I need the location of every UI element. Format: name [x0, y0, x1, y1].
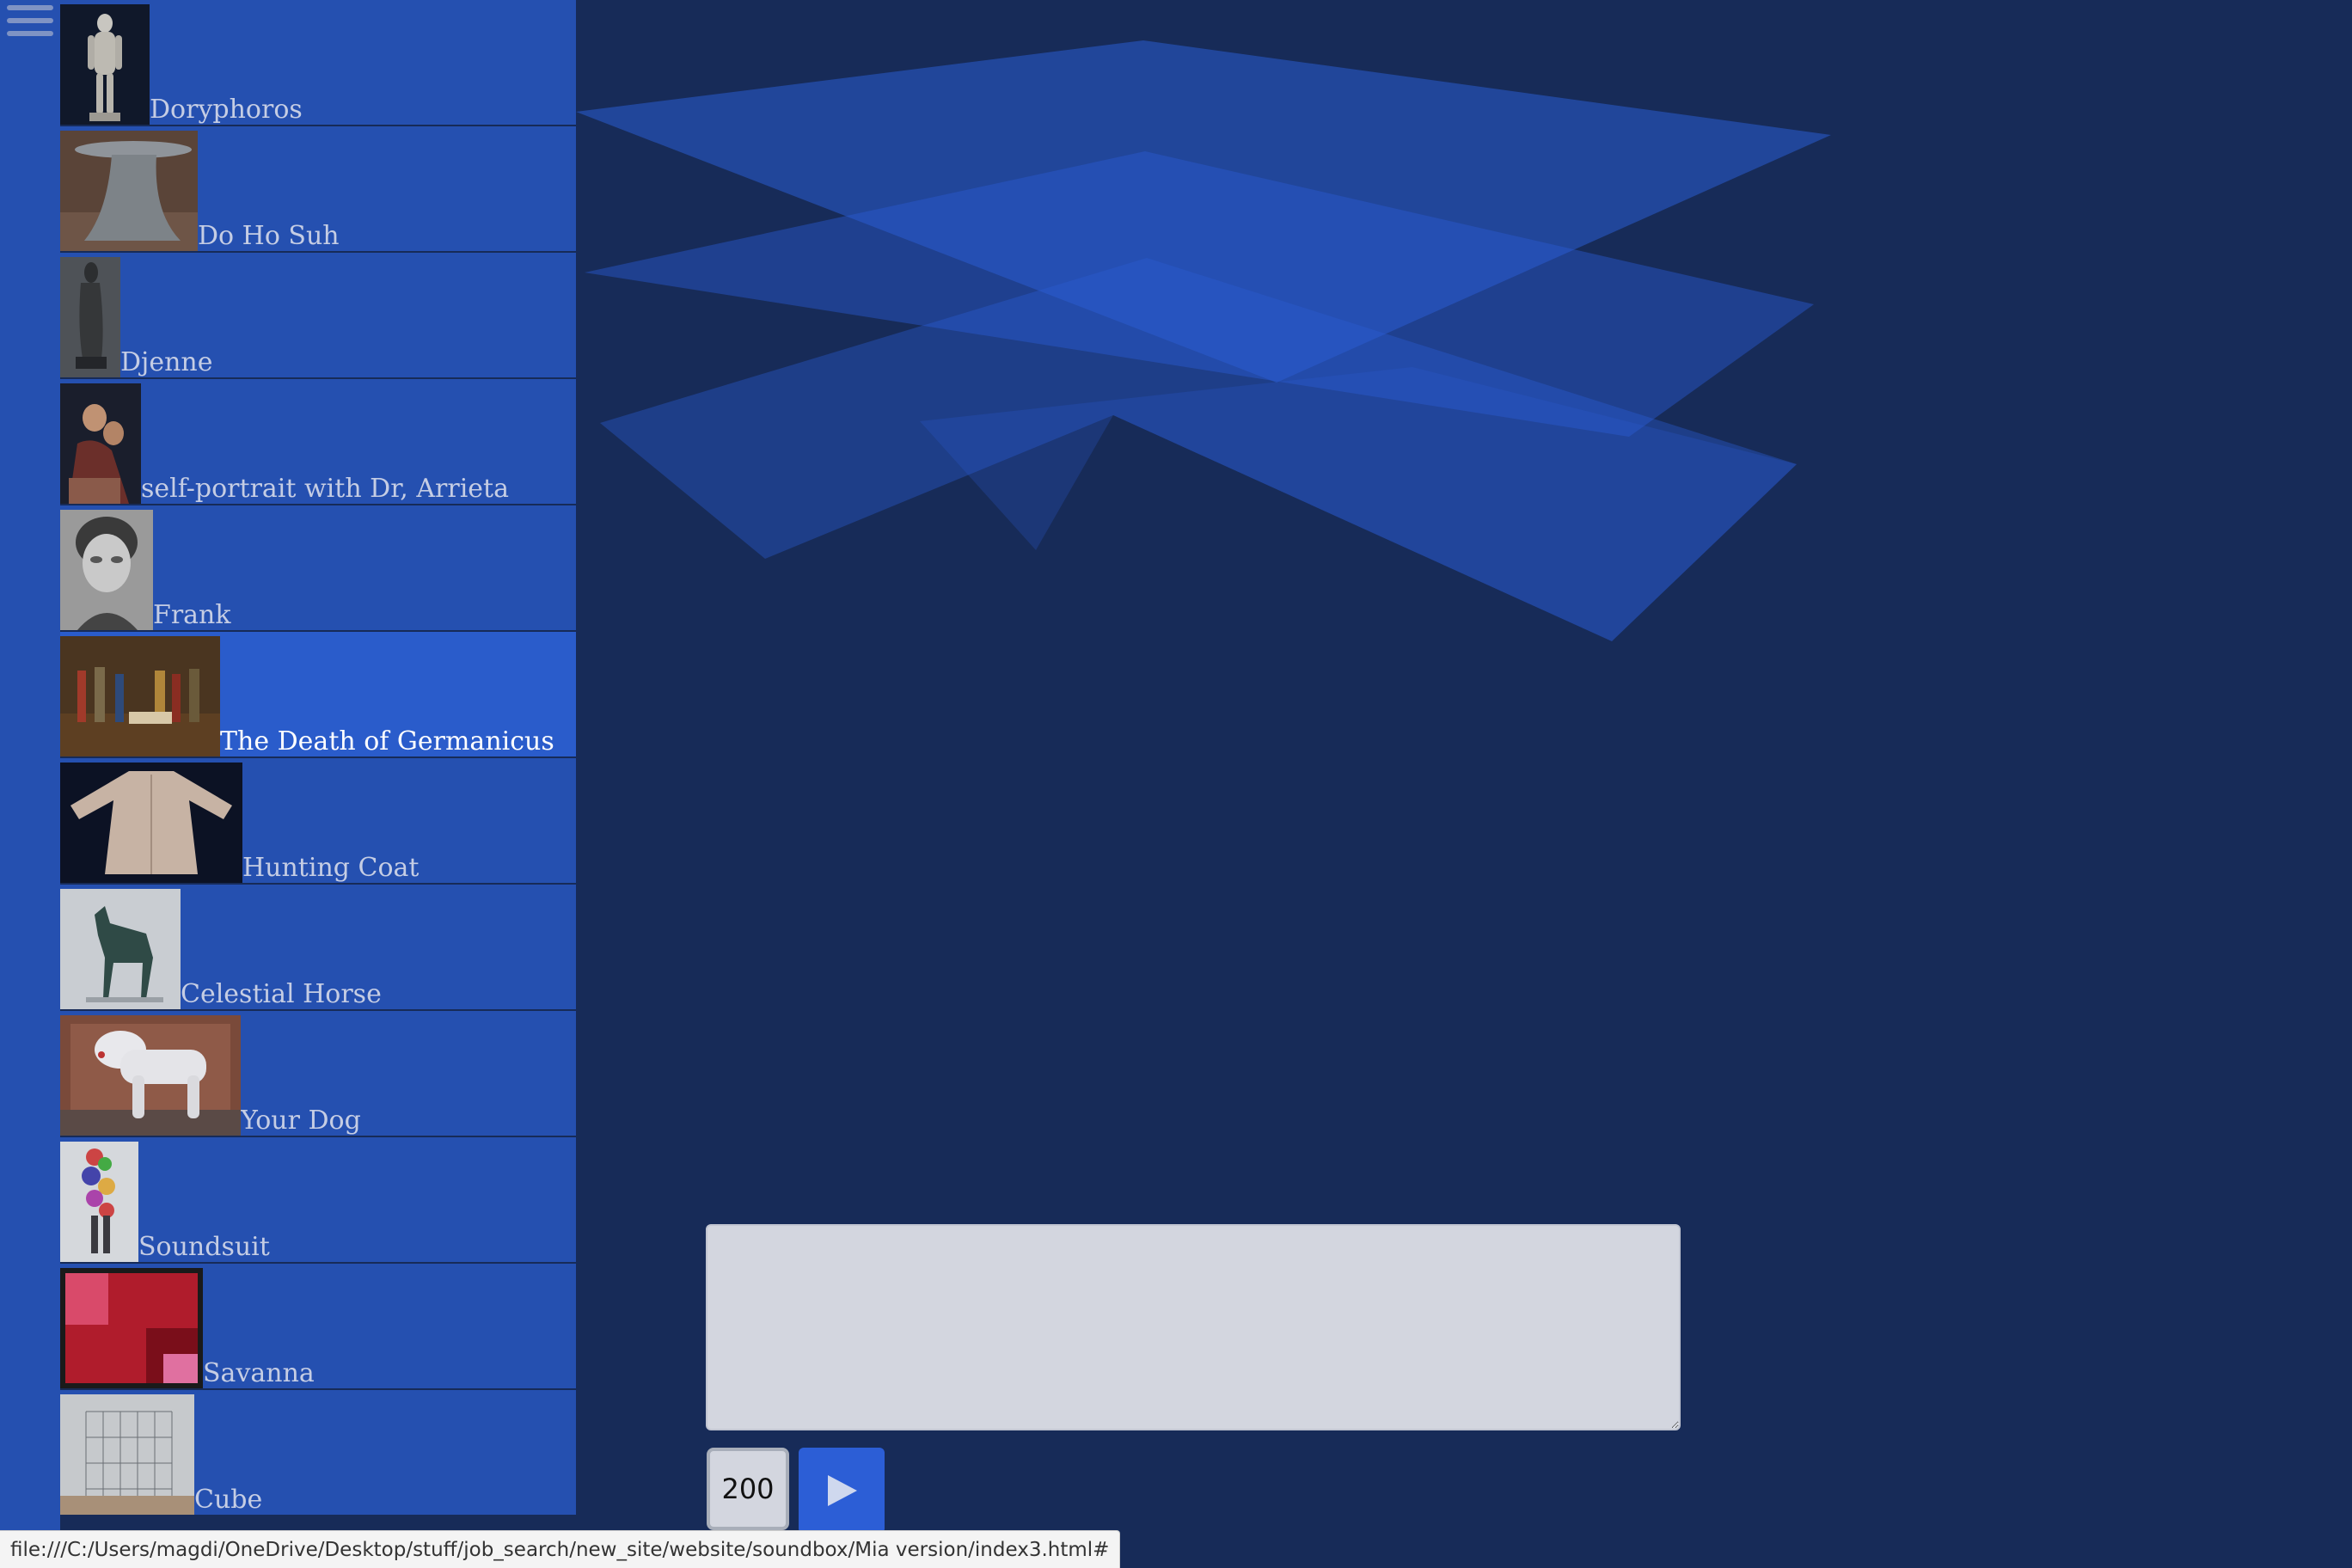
app-root: Doryphoros Do Ho Suh Djenne self-portrai… [0, 0, 2352, 1568]
play-icon [828, 1475, 857, 1506]
artwork-item-savanna[interactable]: Savanna [60, 1264, 576, 1390]
count-display[interactable]: 200 [707, 1448, 789, 1530]
artwork-item-doryphoros[interactable]: Doryphoros [60, 0, 576, 126]
coat-image [60, 763, 242, 883]
artwork-title: Cube [194, 1485, 263, 1515]
hamburger-line [7, 5, 53, 10]
figure-image [60, 257, 120, 377]
cube-sculpture-image [60, 1394, 194, 1515]
doryphoros-thumbnail [60, 4, 150, 125]
death-of-germanicus-thumbnail [60, 636, 220, 756]
celestial-horse-thumbnail [60, 889, 181, 1009]
dog-sculpture-image [60, 1015, 241, 1136]
artwork-title: Do Ho Suh [198, 221, 340, 251]
artwork-title: Djenne [120, 347, 213, 377]
portrait-image [60, 510, 153, 630]
hamburger-menu-icon[interactable] [7, 5, 53, 43]
hamburger-line [7, 18, 53, 23]
artwork-title: Savanna [203, 1358, 315, 1388]
left-rail [0, 0, 60, 1568]
artwork-title: The Death of Germanicus [220, 726, 554, 756]
self-portrait-thumbnail [60, 383, 141, 504]
history-painting-image [60, 636, 220, 756]
artwork-title: Frank [153, 600, 231, 630]
artwork-item-do-ho-suh[interactable]: Do Ho Suh [60, 126, 576, 253]
statue-image [60, 4, 150, 125]
soundsuit-image [60, 1142, 138, 1262]
artwork-item-self-portrait[interactable]: self-portrait with Dr, Arrieta [60, 379, 576, 505]
horse-image [60, 889, 181, 1009]
frank-thumbnail [60, 510, 153, 630]
your-dog-thumbnail [60, 1015, 241, 1136]
artwork-item-cube[interactable]: Cube [60, 1390, 576, 1516]
artwork-item-your-dog[interactable]: Your Dog [60, 1011, 576, 1137]
artwork-item-frank[interactable]: Frank [60, 505, 576, 632]
artwork-title: Soundsuit [138, 1232, 270, 1262]
artwork-title: self-portrait with Dr, Arrieta [141, 474, 509, 504]
djenne-thumbnail [60, 257, 120, 377]
sculpture-image [60, 131, 198, 251]
cube-thumbnail [60, 1394, 194, 1515]
hunting-coat-thumbnail [60, 763, 242, 883]
artwork-item-death-of-germanicus[interactable]: The Death of Germanicus [60, 632, 576, 758]
abstract-painting-image [60, 1268, 203, 1388]
artwork-item-djenne[interactable]: Djenne [60, 253, 576, 379]
status-bar-url: file:///C:/Users/magdi/OneDrive/Desktop/… [0, 1530, 1121, 1568]
do-ho-suh-thumbnail [60, 131, 198, 251]
artwork-item-celestial-horse[interactable]: Celestial Horse [60, 885, 576, 1011]
artwork-item-soundsuit[interactable]: Soundsuit [60, 1137, 576, 1264]
savanna-thumbnail [60, 1268, 203, 1388]
artwork-title: Celestial Horse [181, 979, 382, 1009]
play-button[interactable] [799, 1448, 885, 1534]
painting-image [60, 383, 141, 504]
artwork-list: Doryphoros Do Ho Suh Djenne self-portrai… [60, 0, 576, 1516]
artwork-title: Hunting Coat [242, 853, 420, 883]
hamburger-line [7, 31, 53, 36]
text-input[interactable] [706, 1224, 1681, 1430]
artwork-item-hunting-coat[interactable]: Hunting Coat [60, 758, 576, 885]
artwork-title: Your Dog [241, 1106, 361, 1136]
artwork-title: Doryphoros [150, 95, 303, 125]
soundsuit-thumbnail [60, 1142, 138, 1262]
